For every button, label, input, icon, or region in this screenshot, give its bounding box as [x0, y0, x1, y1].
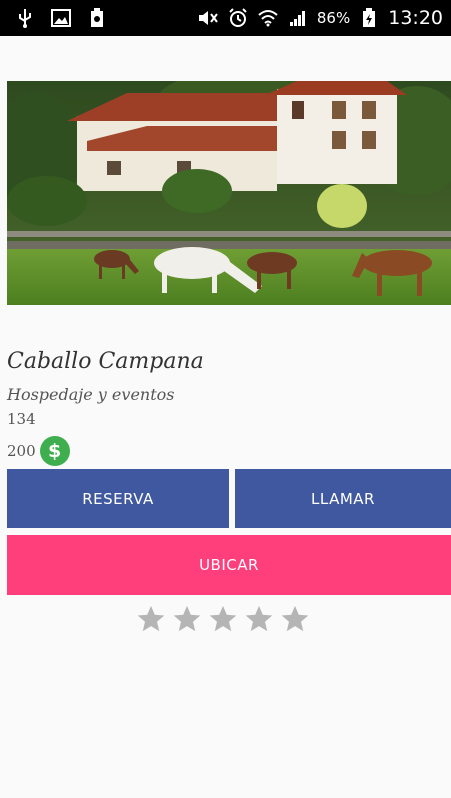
usb-icon — [14, 8, 36, 28]
place-name: Caballo Campana — [7, 349, 204, 374]
place-photo — [0, 71, 451, 305]
status-bar-right: 86% 13:20 — [197, 7, 443, 29]
star-icon[interactable] — [280, 604, 310, 634]
star-icon[interactable] — [172, 604, 202, 634]
rating-bar[interactable] — [136, 604, 310, 634]
llamar-button[interactable]: LLAMAR — [235, 469, 451, 528]
star-icon[interactable] — [244, 604, 274, 634]
clock: 13:20 — [388, 7, 443, 29]
alarm-icon — [227, 8, 249, 28]
wifi-icon — [257, 8, 279, 28]
star-icon[interactable] — [136, 604, 166, 634]
status-bar-left — [14, 8, 108, 28]
price-row: 200 $ — [7, 436, 70, 466]
mute-icon — [197, 8, 219, 28]
image-icon — [50, 8, 72, 28]
place-price: 200 — [7, 442, 36, 460]
battery-percent: 86% — [316, 9, 351, 27]
reserva-button[interactable]: RESERVA — [7, 469, 229, 528]
place-category: Hospedaje y eventos — [7, 385, 175, 404]
status-bar: 86% 13:20 — [0, 0, 451, 36]
battery-saver-icon — [86, 8, 108, 28]
dollar-icon: $ — [39, 436, 70, 466]
battery-charging-icon — [358, 8, 380, 28]
signal-icon — [287, 8, 309, 28]
place-count: 134 — [7, 410, 36, 428]
ubicar-button[interactable]: UBICAR — [7, 535, 451, 595]
star-icon[interactable] — [208, 604, 238, 634]
